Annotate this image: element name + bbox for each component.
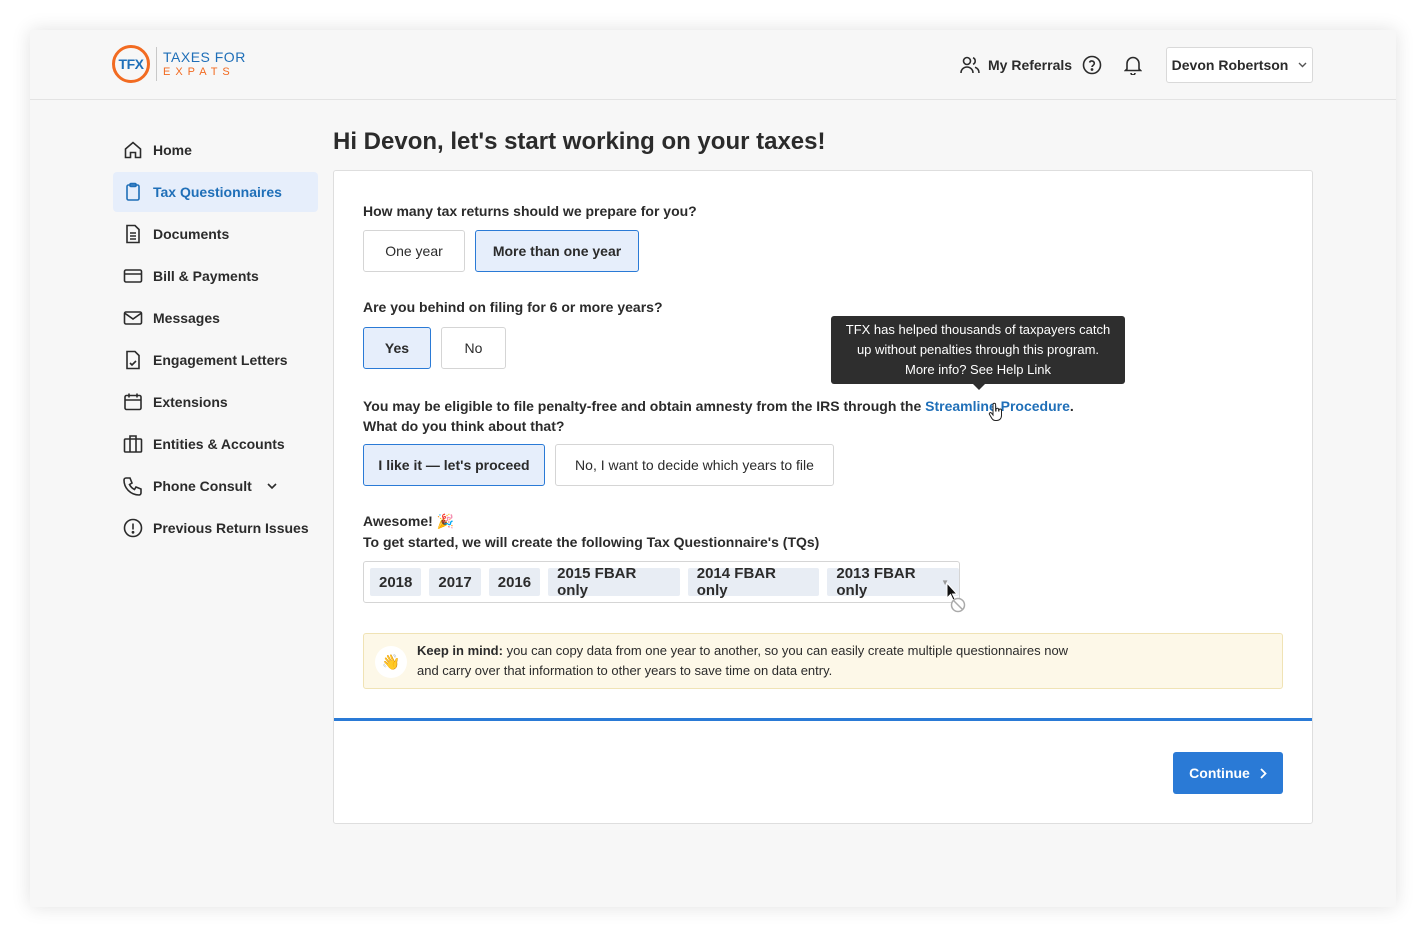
sidebar-item-phone-consult[interactable]: Phone Consult (113, 466, 318, 506)
chevron-down-icon (1298, 62, 1307, 68)
sidebar-item-entities-accounts[interactable]: Entities & Accounts (113, 424, 318, 464)
document-icon (126, 224, 140, 244)
sidebar-item-home[interactable]: Home (113, 130, 318, 170)
users-icon (960, 56, 980, 74)
alert-circle-icon (123, 518, 143, 538)
my-referrals-link[interactable]: My Referrals (960, 54, 1072, 76)
tag-2015-fbar[interactable]: 2015 FBAR only (548, 565, 680, 599)
tq-intro: Awesome! 🎉 To get started, we will creat… (363, 513, 820, 550)
top-header: TFX TAXES FOR EXPATS My Referrals Devon … (30, 30, 1396, 100)
phone-icon (123, 477, 142, 496)
page-title: Hi Devon, let's start working on your ta… (333, 128, 826, 155)
chevron-right-icon (1260, 767, 1267, 779)
question-tax-returns: How many tax returns should we prepare f… (363, 203, 697, 219)
sidebar-item-documents[interactable]: Documents (113, 214, 318, 254)
sidebar-item-bill-payments[interactable]: Bill & Payments (113, 256, 318, 296)
continue-button[interactable]: Continue (1173, 752, 1283, 794)
awesome-text: Awesome! 🎉 (363, 513, 455, 529)
sidebar-item-extensions[interactable]: Extensions (113, 382, 318, 422)
my-referrals-label: My Referrals (988, 57, 1073, 73)
tag-2017[interactable]: 2017 (429, 568, 481, 596)
brand-logo[interactable]: TFX TAXES FOR EXPATS (112, 44, 246, 84)
tag-2013-fbar[interactable]: 2013 FBAR only (827, 565, 959, 599)
option-no[interactable]: No (441, 327, 506, 369)
chevron-down-icon (267, 483, 277, 490)
streamline-tooltip: TFX has helped thousands of taxpayers ca… (831, 316, 1125, 390)
section-divider (334, 718, 1312, 721)
help-circle-icon (1082, 55, 1102, 75)
credit-card-icon (123, 269, 143, 283)
tag-2018[interactable]: 2018 (370, 568, 422, 596)
tag-2016[interactable]: 2016 (488, 568, 541, 596)
question-behind-filing: Are you behind on filing for 6 or more y… (363, 299, 663, 315)
sidebar-item-engagement-letters[interactable]: Engagement Letters (113, 340, 318, 380)
signed-document-icon (126, 350, 140, 370)
dropdown-arrow-icon[interactable]: ▼ (941, 578, 949, 587)
clipboard-icon (126, 182, 140, 201)
brand-line-1: TAXES FOR (163, 48, 246, 65)
notifications-button[interactable] (1122, 54, 1144, 76)
option-proceed[interactable]: I like it — let's proceed (363, 444, 545, 486)
sidebar-nav: Home Tax Questionnaires Documents Bill &… (113, 130, 318, 550)
notice-text: Keep in mind: you can copy data from one… (417, 643, 1069, 678)
tag-2014-fbar[interactable]: 2014 FBAR only (687, 565, 820, 599)
sidebar-item-messages[interactable]: Messages (113, 298, 318, 338)
option-more-than-one-year[interactable]: More than one year (475, 230, 639, 272)
tq-years-select[interactable]: 2018 2017 2016 2015 FBAR only 2014 FBAR … (363, 561, 960, 603)
questionnaire-card: How many tax returns should we prepare f… (333, 170, 1313, 824)
building-icon (123, 435, 143, 453)
home-icon (124, 141, 142, 159)
user-menu-button[interactable]: Devon Robertson (1166, 47, 1313, 83)
app-window: TFX TAXES FOR EXPATS My Referrals Devon … (30, 30, 1396, 907)
sidebar-item-tax-questionnaires[interactable]: Tax Questionnaires (113, 172, 318, 212)
option-decide-years[interactable]: No, I want to decide which years to file (555, 444, 834, 486)
keep-in-mind-notice: 👋 Keep in mind: you can copy data from o… (363, 633, 1283, 689)
sidebar-item-previous-return-issues[interactable]: Previous Return Issues (113, 508, 318, 548)
bell-icon (1124, 56, 1142, 75)
help-button[interactable] (1081, 54, 1103, 76)
brand-line-2: EXPATS (163, 65, 235, 78)
streamline-procedure-link[interactable]: Streamline Procedure (925, 398, 1070, 414)
option-yes[interactable]: Yes (363, 327, 431, 369)
calendar-icon (124, 393, 142, 411)
waving-hand-icon: 👋 (375, 646, 407, 678)
question-streamline: You may be eligible to file penalty-free… (363, 398, 1074, 434)
mail-icon (123, 311, 143, 325)
user-name: Devon Robertson (1171, 57, 1289, 73)
tfx-globe-icon: TFX (112, 45, 150, 83)
option-one-year[interactable]: One year (363, 230, 465, 272)
